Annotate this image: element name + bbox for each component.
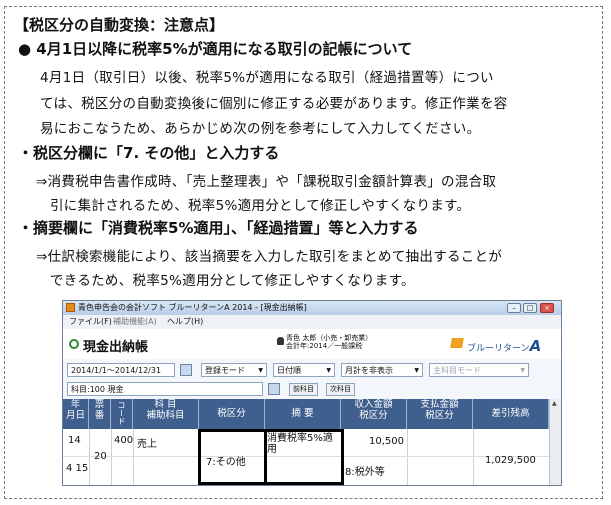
section2-line: ⇒消費税申告書作成時、「売上整理表」や「課税取引金額計算表」の混合取: [36, 174, 497, 190]
section1-line: 易におこなうため、あらかじめ次の例を参考にして入力してください。: [40, 121, 481, 137]
brand-logo-icon: [450, 338, 464, 348]
subject-mode-select[interactable]: 主科目モード: [429, 363, 529, 378]
col-payment: 支払金額 税区分: [407, 399, 473, 429]
close-button[interactable]: ×: [540, 303, 554, 313]
col-date: 月日: [65, 410, 85, 421]
menu-aux[interactable]: 補助機能(A): [113, 315, 157, 329]
brand-letter: A: [529, 337, 542, 355]
menu-bar: ファイル(F) 補助機能(A) ヘルプ(H): [63, 315, 561, 329]
ledger-grid: 年月日 票番 コード 科 目補助科目 税区分 摘 要 収入金額 税区分 支払金額税…: [63, 399, 549, 485]
col-tax-class: 税区分: [199, 399, 265, 429]
sort-select[interactable]: 日付順: [273, 363, 335, 378]
col-income-tax: 税区分: [359, 410, 388, 421]
date-range-field[interactable]: 2014/1/1〜2014/12/31: [67, 363, 175, 377]
app-icon: [66, 303, 75, 312]
vertical-scrollbar[interactable]: ▲: [549, 399, 561, 485]
col-income-label: 収入金額: [354, 399, 393, 410]
prev-account-button[interactable]: 前科目: [289, 383, 318, 396]
col-sub-account: 補助科目: [146, 410, 185, 421]
brand-name: ブルーリターンA: [467, 337, 541, 355]
col-voucher-2: 番: [94, 410, 105, 421]
account-search-icon[interactable]: [268, 383, 280, 395]
app-window-screenshot: 青色申告会の会計ソフト ブルーリターンA 2014 - [現金出納帳] – □ …: [62, 300, 562, 486]
menu-file[interactable]: ファイル(F): [69, 315, 112, 329]
maximize-button[interactable]: □: [523, 303, 537, 313]
col-voucher-1: 票: [94, 399, 105, 410]
filter-toolbar: 2014/1/1〜2014/12/31 登録モード 日付順 月計を非表示 主科目…: [63, 359, 561, 379]
brand-text: ブルーリターン: [467, 344, 530, 354]
section2-line: 引に集計されるため、税率5%適用分として修正しやすくなります。: [50, 198, 471, 214]
circle-icon: [69, 339, 79, 349]
calendar-icon[interactable]: [180, 364, 192, 376]
mode-select[interactable]: 登録モード: [201, 363, 267, 378]
col-income: 収入金額 税区分: [341, 399, 407, 429]
section3-line: ⇒仕訳検索機能により、該当摘要を入力した取引をまとめて抽出することが: [36, 249, 503, 265]
account-toolbar: 科目:100 現金 前科目 次科目: [63, 381, 561, 397]
cell-balance[interactable]: 1,029,500: [485, 455, 536, 466]
col-voucher: 票番: [89, 399, 111, 429]
col-year-date: 年月日: [63, 399, 89, 429]
section3-line: できるため、税率5%適用分として修正しやすくなります。: [50, 273, 415, 289]
section3-title: ・摘要欄に「消費税率5%適用」、「経過措置」等と入力する: [18, 219, 419, 237]
scroll-up-icon[interactable]: ▲: [552, 400, 557, 407]
cell-code[interactable]: 400: [114, 435, 133, 446]
page-title: 現金出納帳: [83, 340, 149, 355]
window-title: 青色申告会の会計ソフト ブルーリターンA 2014 - [現金出納帳]: [78, 303, 307, 312]
fiscal-info: 会計年:2014／一般課税: [286, 342, 363, 350]
section1-line: ては、税区分の自動変換後に個別に修正する必要があります。修正作業を容: [40, 96, 508, 112]
minimize-button[interactable]: –: [507, 303, 521, 313]
highlight-tax-class: [198, 429, 267, 485]
col-payment-label: 支払金額: [420, 399, 459, 410]
col-memo: 摘 要: [265, 399, 341, 429]
col-year: 年: [70, 399, 81, 410]
note-heading: 【税区分の自動変換：注意点】: [14, 16, 225, 34]
cell-voucher[interactable]: 20: [94, 451, 107, 462]
account-field[interactable]: 科目:100 現金: [67, 382, 263, 396]
section1-line: 4月1日（取引日）以後、税率5%が適用になる取引（経過措置等）につい: [40, 70, 494, 86]
monthly-total-select[interactable]: 月計を非表示: [341, 363, 423, 378]
col-code-label: コード: [117, 401, 126, 425]
cell-month-day[interactable]: 4 15: [66, 463, 88, 474]
col-balance: 差引残高: [473, 399, 549, 429]
cell-income[interactable]: 10,500: [369, 436, 404, 447]
col-payment-tax: 税区分: [425, 410, 454, 421]
highlight-memo: [264, 429, 344, 485]
col-account-label: 科 目: [154, 399, 177, 410]
user-name: 青色 太郎（小売・卸売業）: [286, 334, 373, 342]
cell-account[interactable]: 売上: [137, 435, 157, 450]
next-account-button[interactable]: 次科目: [326, 383, 355, 396]
page-header: 現金出納帳 青色 太郎（小売・卸売業） 会計年:2014／一般課税 ブルーリター…: [63, 329, 561, 360]
user-info: 青色 太郎（小売・卸売業） 会計年:2014／一般課税: [286, 334, 372, 350]
cell-income-tax[interactable]: 8:税外等: [345, 463, 385, 478]
user-icon: [277, 337, 284, 345]
section2-title: ・税区分欄に「7. その他」と入力する: [18, 144, 280, 162]
section1-title: ● 4月1日以降に税率5%が適用になる取引の記帳について: [18, 40, 413, 58]
menu-help[interactable]: ヘルプ(H): [167, 315, 203, 329]
col-code: コード: [111, 399, 133, 429]
window-titlebar: 青色申告会の会計ソフト ブルーリターンA 2014 - [現金出納帳] – □ …: [63, 301, 561, 315]
cell-year[interactable]: 14: [68, 435, 81, 446]
col-account: 科 目補助科目: [133, 399, 199, 429]
